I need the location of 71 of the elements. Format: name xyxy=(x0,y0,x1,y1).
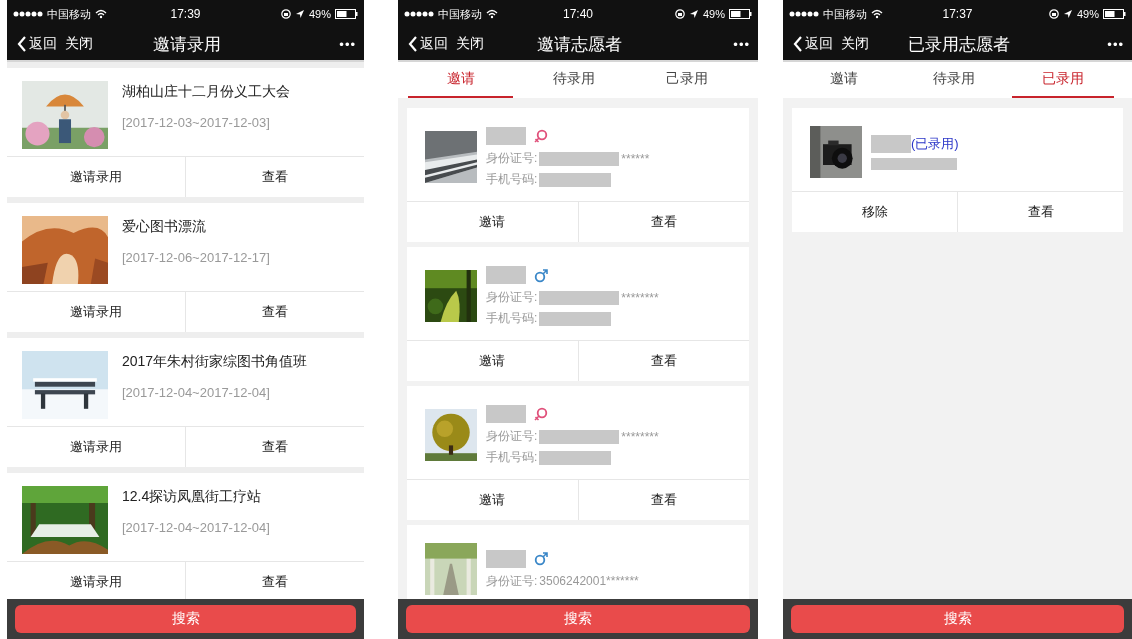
more-button[interactable]: ••• xyxy=(1107,36,1124,52)
battery-percent: 49% xyxy=(702,8,725,20)
battery-icon xyxy=(1103,9,1126,19)
more-button[interactable]: ••• xyxy=(339,36,356,52)
activity-title: 12.4探访凤凰街工疗站 xyxy=(122,488,263,506)
phone-label: 手机号码: xyxy=(486,310,538,327)
id-label: 身份证号: xyxy=(486,289,538,306)
id-number: 3506242001******* xyxy=(539,574,639,588)
phone-label: 手机号码: xyxy=(486,449,538,466)
phone-label: 手机号码: xyxy=(486,171,538,188)
tab[interactable]: 己录用 xyxy=(634,62,740,98)
activity-title: 湖柏山庄十二月份义工大会 xyxy=(122,83,290,101)
clock-time: 17:40 xyxy=(563,7,593,21)
location-icon xyxy=(294,9,305,19)
activity-dates: [2017-12-03~2017-12-03] xyxy=(122,115,271,130)
battery-icon xyxy=(729,9,752,19)
tab[interactable]: 邀请 xyxy=(793,62,895,98)
location-icon xyxy=(688,9,699,19)
search-button[interactable]: 搜索 xyxy=(791,605,1124,633)
status-tag: (已录用) xyxy=(911,135,959,153)
activity-title: 爱心图书漂流 xyxy=(122,218,207,236)
battery-icon xyxy=(335,9,358,19)
redaction-bar xyxy=(486,127,526,145)
wifi-icon xyxy=(95,9,107,19)
rotation-lock-icon xyxy=(1048,9,1059,19)
activity-dates: [2017-12-04~2017-12-04] xyxy=(122,385,271,400)
close-button[interactable]: 关闭 xyxy=(456,35,484,53)
tab[interactable]: 待录用 xyxy=(902,62,1005,98)
wifi-icon xyxy=(871,9,883,19)
signal-icon xyxy=(404,10,434,18)
page-title: 邀请志愿者 xyxy=(536,33,622,56)
close-button[interactable]: 关闭 xyxy=(65,35,93,53)
id-label: 身份证号: xyxy=(486,572,538,590)
rotation-lock-icon xyxy=(280,9,291,19)
rotation-lock-icon xyxy=(674,9,685,19)
back-chevron-icon xyxy=(408,36,418,52)
redaction-bar xyxy=(871,135,911,153)
more-button[interactable]: ••• xyxy=(733,36,750,52)
activity-dates: [2017-12-06~2017-12-17] xyxy=(122,250,270,265)
redaction-bar xyxy=(486,405,526,423)
battery-percent: 49% xyxy=(1076,8,1099,20)
page-title: 已录用志愿者 xyxy=(907,33,1010,56)
back-button[interactable]: 返回 xyxy=(793,35,833,53)
activity-dates: [2017-12-04~2017-12-04] xyxy=(122,520,270,535)
back-button[interactable]: 返回 xyxy=(17,35,57,53)
redaction-bar xyxy=(486,266,526,284)
id-label: 身份证号: xyxy=(486,428,538,445)
page-title: 邀请录用 xyxy=(152,33,221,56)
signal-icon xyxy=(789,10,819,18)
clock-time: 17:37 xyxy=(942,7,973,21)
back-chevron-icon xyxy=(793,36,803,52)
close-button[interactable]: 关闭 xyxy=(841,35,869,53)
id-number: ******** xyxy=(621,429,659,444)
carrier-name: 中国移动 xyxy=(823,6,867,22)
carrier-name: 中国移动 xyxy=(438,6,482,22)
signal-icon xyxy=(13,10,43,18)
battery-percent: 49% xyxy=(308,8,331,20)
carrier-name: 中国移动 xyxy=(47,6,91,22)
location-icon xyxy=(1062,9,1073,19)
search-button[interactable]: 搜索 xyxy=(406,605,750,633)
wifi-icon xyxy=(486,9,498,19)
redaction-bar xyxy=(486,549,526,568)
back-chevron-icon xyxy=(17,36,27,52)
id-number: ******** xyxy=(621,290,659,305)
id-label: 身份证号: xyxy=(486,150,538,167)
activity-title: 2017年朱村街家综图书角值班 xyxy=(122,353,308,371)
back-button[interactable]: 返回 xyxy=(408,35,448,53)
search-button[interactable]: 搜索 xyxy=(15,605,356,633)
id-number: ****** xyxy=(621,151,650,166)
clock-time: 17:39 xyxy=(170,7,201,21)
tab[interactable]: 待录用 xyxy=(521,62,627,98)
